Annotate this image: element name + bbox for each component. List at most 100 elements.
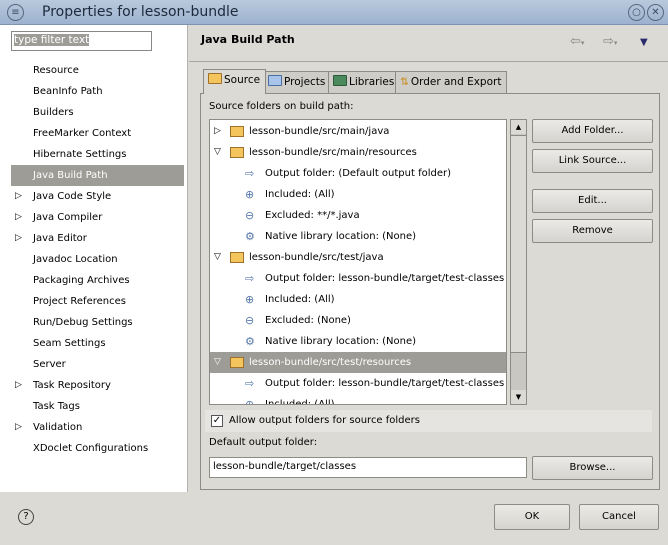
tab-label: Order and Export [410, 76, 502, 88]
filter-placeholder: type filter text [14, 34, 90, 46]
tab-order-export[interactable]: ⇅ Order and Export [395, 71, 508, 94]
window-menu-icon[interactable]: ≡ [7, 4, 24, 21]
nav-item[interactable]: ▷ Validation [11, 417, 184, 438]
included-icon: ⊕ [245, 293, 255, 306]
forward-arrow-icon[interactable]: ⇨▾ [603, 34, 617, 49]
expand-icon[interactable]: ▷ [15, 375, 22, 396]
tree-attribute-row[interactable]: ⊖ Excluded: (None) [210, 310, 506, 331]
properties-nav: type filter text Resource BeanInfo Path Bu… [0, 25, 188, 492]
nav-item[interactable]: ▷ Java Editor [11, 228, 184, 249]
nav-item[interactable]: Resource [11, 60, 184, 81]
nav-item[interactable]: FreeMarker Context [11, 123, 184, 144]
expand-icon[interactable]: ▷ [214, 121, 221, 142]
scroll-up-icon[interactable]: ▲ [511, 120, 526, 134]
expand-icon[interactable]: ▷ [15, 228, 22, 249]
maximize-icon[interactable]: ○ [628, 4, 645, 21]
collapse-icon[interactable]: ▽ [214, 352, 221, 373]
source-icon [208, 73, 222, 84]
browse-button[interactable]: Browse... [532, 456, 653, 480]
expand-icon[interactable]: ▷ [15, 207, 22, 228]
nav-item-label: Java Editor [33, 233, 87, 244]
tab-projects[interactable]: Projects [263, 71, 332, 94]
filter-input[interactable]: type filter text [11, 31, 152, 51]
source-folder-row[interactable]: ▽ lesson-bundle/src/main/resources [210, 142, 506, 163]
default-output-label: Default output folder: [209, 437, 318, 448]
tree-row-label: Native library location: (None) [265, 336, 417, 347]
nav-item[interactable]: Project References [11, 291, 184, 312]
nav-item[interactable]: Packaging Archives [11, 270, 184, 291]
nav-item-label: Server [33, 359, 66, 370]
allow-output-checkbox[interactable]: ✓ [211, 415, 223, 427]
default-output-input[interactable]: lesson-bundle/target/classes [209, 457, 527, 478]
nav-item-label: Resource [33, 65, 79, 76]
expand-icon[interactable]: ▷ [15, 186, 22, 207]
cancel-button[interactable]: Cancel [579, 504, 659, 530]
nav-item[interactable]: Task Tags [11, 396, 184, 417]
nav-item[interactable]: ▷ Java Code Style [11, 186, 184, 207]
source-folder-icon [230, 126, 244, 137]
nav-item-label: Java Code Style [33, 191, 112, 202]
back-arrow-icon[interactable]: ⇦▾ [570, 34, 584, 49]
tree-attribute-row[interactable]: ⇨ Output folder: lesson-bundle/target/tes… [210, 373, 506, 394]
allow-output-label[interactable]: Allow output folders for source folders [229, 415, 420, 426]
source-folder-row[interactable]: ▷ lesson-bundle/src/main/java [210, 121, 506, 142]
nav-item[interactable]: Hibernate Settings [11, 144, 184, 165]
tree-attribute-row[interactable]: ⇨ Output folder: lesson-bundle/target/tes… [210, 268, 506, 289]
source-folder-row[interactable]: ▽ lesson-bundle/src/test/resources [210, 352, 506, 373]
link-source-button[interactable]: Link Source... [532, 149, 653, 173]
view-menu-icon[interactable]: ▼ [640, 37, 648, 48]
tree-attribute-row[interactable]: ⊕ Included: (All) [210, 394, 506, 405]
collapse-icon[interactable]: ▽ [214, 247, 221, 268]
tab-label: Projects [284, 76, 326, 88]
included-icon: ⊕ [245, 398, 255, 405]
nav-item[interactable]: Javadoc Location [11, 249, 184, 270]
nav-item-label: Packaging Archives [33, 275, 130, 286]
help-icon[interactable]: ? [18, 509, 34, 525]
source-tree[interactable]: ▷ lesson-bundle/src/main/java ▽ lesson-bund… [209, 119, 507, 405]
tree-attribute-row[interactable]: ⊖ Excluded: **/*.java [210, 205, 506, 226]
output-folder-icon: ⇨ [245, 377, 255, 390]
nav-item[interactable]: Java Build Path [11, 165, 184, 186]
page-title: Java Build Path [201, 33, 295, 46]
edit-button[interactable]: Edit... [532, 189, 653, 213]
nav-item[interactable]: Run/Debug Settings [11, 312, 184, 333]
nav-item[interactable]: BeanInfo Path [11, 81, 184, 102]
collapse-icon[interactable]: ▽ [214, 142, 221, 163]
tree-row-label: Output folder: lesson-bundle/target/test… [265, 378, 505, 389]
close-icon[interactable]: ✕ [647, 4, 664, 21]
scroll-thumb[interactable] [511, 135, 526, 353]
tree-row-label: lesson-bundle/src/main/java [249, 126, 390, 137]
window-title: Properties for lesson-bundle [42, 4, 239, 20]
add-folder-button[interactable]: Add Folder... [532, 119, 653, 143]
tab-source[interactable]: Source [203, 69, 267, 94]
tree-row-label: Included: (All) [265, 399, 335, 405]
source-folder-icon [230, 357, 244, 368]
tree-attribute-row[interactable]: ⊕ Included: (All) [210, 289, 506, 310]
expand-icon[interactable]: ▷ [15, 417, 22, 438]
nav-item[interactable]: Builders [11, 102, 184, 123]
tree-attribute-row[interactable]: ⚙ Native library location: (None) [210, 226, 506, 247]
tree-attribute-row[interactable]: ⊕ Included: (All) [210, 184, 506, 205]
excluded-icon: ⊖ [245, 209, 255, 222]
scroll-down-icon[interactable]: ▼ [511, 390, 526, 404]
nav-item[interactable]: ▷ Task Repository [11, 375, 184, 396]
order-export-icon: ⇅ [400, 76, 409, 88]
nav-item-label: Run/Debug Settings [33, 317, 133, 328]
tree-row-label: Included: (All) [265, 294, 335, 305]
ok-button[interactable]: OK [494, 504, 570, 530]
nav-item-label: Javadoc Location [33, 254, 118, 265]
tree-attribute-row[interactable]: ⇨ Output folder: (Default output folder) [210, 163, 506, 184]
libraries-icon [333, 75, 347, 86]
nav-item[interactable]: XDoclet Configurations [11, 438, 184, 459]
nav-item[interactable]: ▷ Java Compiler [11, 207, 184, 228]
tree-scrollbar[interactable]: ▲ ▼ [510, 119, 527, 405]
tree-row-label: Output folder: (Default output folder) [265, 168, 452, 179]
tree-attribute-row[interactable]: ⚙ Native library location: (None) [210, 331, 506, 352]
source-folder-row[interactable]: ▽ lesson-bundle/src/test/java [210, 247, 506, 268]
remove-button[interactable]: Remove [532, 219, 653, 243]
nav-item[interactable]: Seam Settings [11, 333, 184, 354]
tree-row-label: lesson-bundle/src/test/java [249, 252, 384, 263]
nav-item-label: XDoclet Configurations [33, 443, 149, 454]
tab-libraries[interactable]: Libraries [328, 71, 401, 94]
nav-item[interactable]: Server [11, 354, 184, 375]
